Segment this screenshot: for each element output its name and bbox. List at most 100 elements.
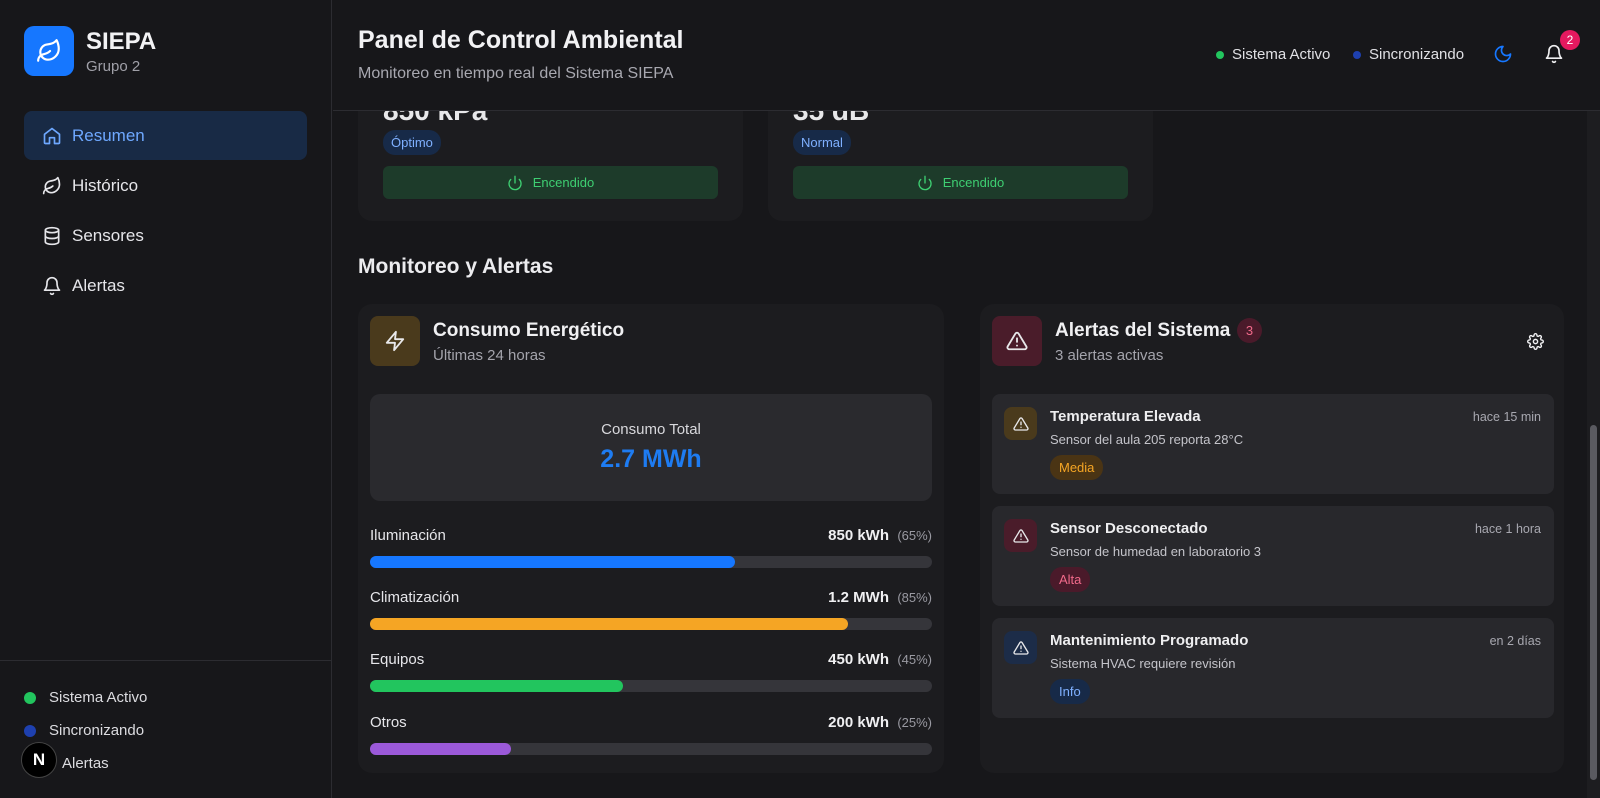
status-dot [1216, 50, 1224, 59]
alert-settings-button[interactable] [1526, 332, 1544, 350]
brand-title: SIEPA [86, 27, 157, 55]
total-consumption-box: Consumo Total 2.7 MWh [370, 394, 932, 501]
alert-description: Sensor del aula 205 reporta 28°C [1050, 432, 1244, 447]
card-title: Alertas del Sistema [1055, 320, 1231, 341]
alert-item[interactable]: Temperatura Elevada hace 15 min Sensor d… [992, 394, 1554, 494]
bar-track [370, 618, 932, 630]
leaf-icon [42, 176, 61, 194]
leaf-logo-icon [24, 26, 74, 76]
alert-title: Mantenimiento Programado [1050, 632, 1249, 649]
bell-icon [1545, 44, 1563, 64]
alert-time: hace 15 min [1472, 410, 1541, 424]
moon-icon [1494, 45, 1512, 63]
alert-count-badge: 3 [1237, 318, 1262, 343]
consumption-bar: Iluminación 850 kWh (65%) [370, 527, 932, 577]
consumption-bar: Otros 200 kWh (25%) [370, 714, 932, 764]
alerts-card: Alertas del Sistema 3 3 alertas activas … [980, 304, 1564, 773]
warning-icon [992, 316, 1042, 366]
sidebar-status-active: Sistema Activo [24, 689, 147, 706]
total-label: Consumo Total [601, 421, 701, 438]
home-icon [43, 127, 61, 144]
sidebar-nav: Resumen Histórico Sensores Alertas [24, 111, 307, 311]
power-label: Encendido [942, 175, 1005, 190]
brand[interactable]: SIEPA Grupo 2 [24, 26, 156, 76]
bar-label: Otros [370, 714, 407, 731]
header: Panel de Control Ambiental Monitoreo en … [333, 0, 1600, 111]
lightning-icon [370, 316, 420, 366]
status-dot [24, 691, 36, 704]
alert-time: en 2 días [1489, 634, 1541, 648]
sidebar-item-sensores[interactable]: Sensores [24, 211, 307, 260]
alert-description: Sensor de humedad en laboratorio 3 [1050, 544, 1262, 559]
scrollbar-thumb[interactable] [1590, 425, 1597, 780]
bar-value: 850 kWh [828, 527, 889, 544]
sidebar-item-historico[interactable]: Histórico [24, 161, 307, 210]
status-label: Sistema Activo [49, 689, 148, 706]
consumption-bar: Equipos 450 kWh (45%) [370, 651, 932, 701]
power-button[interactable]: Encendido [383, 166, 718, 199]
page-subtitle: Monitoreo en tiempo real del Sistema SIE… [358, 65, 674, 82]
status-label: Sincronizando [1369, 46, 1465, 63]
sidebar: SIEPA Grupo 2 Resumen Histórico Sensores… [0, 0, 332, 798]
bar-fill [370, 556, 736, 568]
alert-description: Sistema HVAC requiere revisión [1050, 656, 1236, 671]
sensor-card: 35 dB Normal Encendido [768, 111, 1153, 221]
sidebar-item-alertas[interactable]: Alertas [24, 261, 307, 310]
status-dot [1353, 50, 1361, 59]
brand-subtitle: Grupo 2 [86, 57, 141, 75]
page-title: Panel de Control Ambiental [358, 26, 684, 54]
bar-label: Climatización [370, 589, 460, 606]
status-badge: Normal [793, 130, 851, 155]
status-dot [24, 724, 36, 737]
theme-toggle-button[interactable] [1491, 42, 1515, 66]
sidebar-item-label: Sensores [72, 225, 144, 245]
sidebar-status-sync: Sincronizando [24, 722, 144, 739]
card-title: Consumo Energético [433, 320, 625, 341]
energy-card: Consumo Energético Últimas 24 horas Cons… [358, 304, 944, 773]
power-icon [918, 175, 932, 190]
bar-track [370, 743, 932, 755]
warning-icon [1004, 407, 1037, 440]
warning-icon [1004, 519, 1037, 552]
sidebar-status-alerts: Alertas [62, 755, 109, 772]
header-status-active: Sistema Activo [1216, 46, 1330, 63]
section-title: Monitoreo y Alertas [358, 255, 554, 278]
bar-percent: (45%) [897, 652, 932, 667]
gear-icon [1526, 332, 1544, 350]
sidebar-item-label: Alertas [72, 275, 125, 295]
alert-time: hace 1 hora [1474, 522, 1541, 536]
card-subtitle: Últimas 24 horas [433, 347, 546, 364]
bar-label: Equipos [370, 651, 425, 668]
bar-fill [370, 618, 848, 630]
main-content: 850 kPa Óptimo Encendido 35 dB Normal En… [333, 111, 1587, 798]
alert-title: Sensor Desconectado [1050, 520, 1208, 537]
sensor-card: 850 kPa Óptimo Encendido [358, 111, 743, 221]
bell-icon [43, 276, 61, 295]
bar-fill [370, 743, 511, 755]
sidebar-item-label: Histórico [72, 175, 139, 195]
status-label: Sistema Activo [1232, 46, 1331, 63]
severity-badge: Info [1050, 679, 1090, 704]
status-label: Sincronizando [49, 722, 145, 739]
bar-percent: (85%) [897, 590, 932, 605]
consumption-bar: Climatización 1.2 MWh (85%) [370, 589, 932, 639]
sidebar-item-resumen[interactable]: Resumen [24, 111, 307, 160]
power-button[interactable]: Encendido [793, 166, 1128, 199]
bar-value: 200 kWh [828, 714, 889, 731]
sensor-value: 35 dB [793, 111, 869, 127]
bar-percent: (25%) [897, 715, 932, 730]
warning-icon [1004, 631, 1037, 664]
alert-title: Temperatura Elevada [1050, 408, 1201, 425]
alert-item[interactable]: Sensor Desconectado hace 1 hora Sensor d… [992, 506, 1554, 606]
power-icon [508, 175, 522, 190]
status-badge: Óptimo [383, 130, 441, 155]
bar-track [370, 556, 932, 568]
header-status-sync: Sincronizando [1353, 46, 1464, 63]
power-label: Encendido [532, 175, 595, 190]
dev-tools-badge[interactable]: N [21, 742, 57, 778]
alert-item[interactable]: Mantenimiento Programado en 2 días Siste… [992, 618, 1554, 718]
severity-badge: Alta [1050, 567, 1091, 592]
status-label: Alertas [62, 755, 109, 772]
bar-fill [370, 680, 623, 692]
card-subtitle: 3 alertas activas [1055, 347, 1164, 364]
